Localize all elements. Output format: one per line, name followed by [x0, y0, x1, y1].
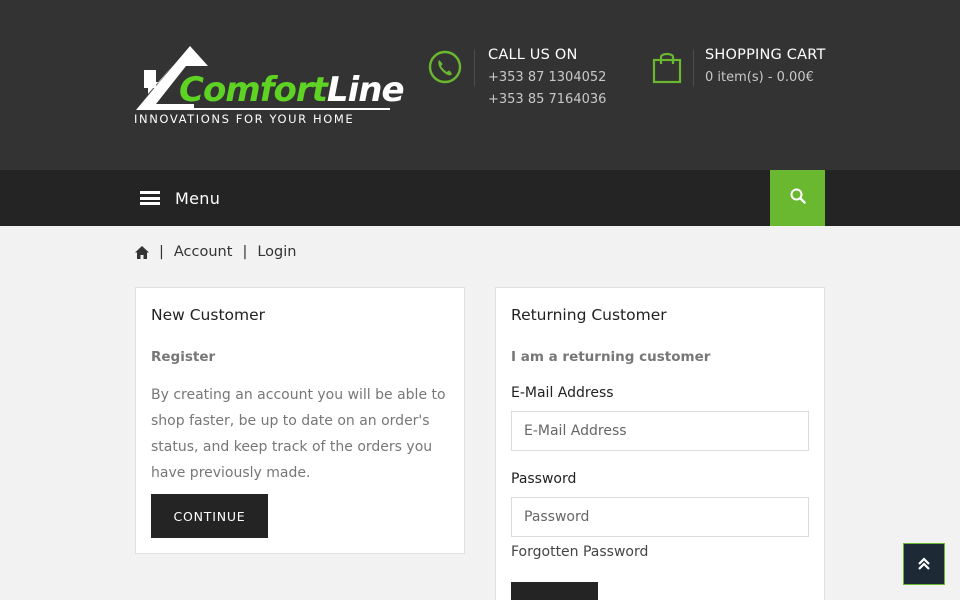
new-customer-heading: New Customer: [151, 306, 266, 324]
breadcrumb: | Account | Login: [135, 244, 296, 260]
breadcrumb-account[interactable]: Account: [174, 244, 233, 260]
register-description: By creating an account you will be able …: [151, 387, 446, 481]
returning-subheading: I am a returning customer: [511, 349, 711, 365]
site-header: ComfortLine INNOVATIONS FOR YOUR HOME CA…: [0, 0, 960, 170]
email-field[interactable]: [511, 411, 809, 451]
double-chevron-up-icon: [917, 557, 931, 571]
logo-wordmark: ComfortLine: [179, 70, 405, 110]
call-us-title: CALL US ON: [488, 47, 578, 63]
phone-number-2[interactable]: +353 85 7164036: [488, 92, 606, 107]
new-customer-panel: New Customer Register By creating an acc…: [135, 287, 465, 554]
logo-tagline: INNOVATIONS FOR YOUR HOME: [134, 112, 355, 126]
divider: [474, 50, 475, 86]
breadcrumb-separator: |: [242, 244, 248, 260]
hamburger-icon: [140, 191, 160, 205]
email-label: E-Mail Address: [511, 385, 614, 401]
main-navbar: Menu: [0, 170, 960, 226]
phone-icon: [428, 50, 462, 84]
shopping-cart-title: SHOPPING CART: [705, 47, 826, 63]
search-icon: [790, 188, 806, 208]
home-icon[interactable]: [135, 245, 149, 259]
phone-number-1[interactable]: +353 87 1304052: [488, 70, 606, 85]
breadcrumb-login[interactable]: Login: [257, 244, 296, 260]
scroll-to-top-button[interactable]: [903, 543, 945, 585]
search-button[interactable]: [770, 170, 825, 226]
menu-button[interactable]: Menu: [140, 170, 220, 226]
breadcrumb-separator: |: [159, 244, 164, 260]
login-button[interactable]: LOGIN: [511, 582, 598, 600]
forgotten-password-link[interactable]: Forgotten Password: [511, 544, 648, 560]
returning-customer-heading: Returning Customer: [511, 306, 667, 324]
password-label: Password: [511, 471, 577, 487]
menu-label: Menu: [175, 188, 221, 208]
divider: [693, 50, 694, 86]
continue-button[interactable]: CONTINUE: [151, 494, 268, 538]
cart-summary[interactable]: 0 item(s) - 0.00€: [705, 70, 814, 85]
site-logo[interactable]: ComfortLine INNOVATIONS FOR YOUR HOME: [134, 44, 405, 128]
shopping-bag-icon: [652, 50, 686, 84]
register-subheading: Register: [151, 349, 216, 365]
password-field[interactable]: [511, 497, 809, 537]
returning-customer-panel: Returning Customer I am a returning cust…: [495, 287, 825, 600]
